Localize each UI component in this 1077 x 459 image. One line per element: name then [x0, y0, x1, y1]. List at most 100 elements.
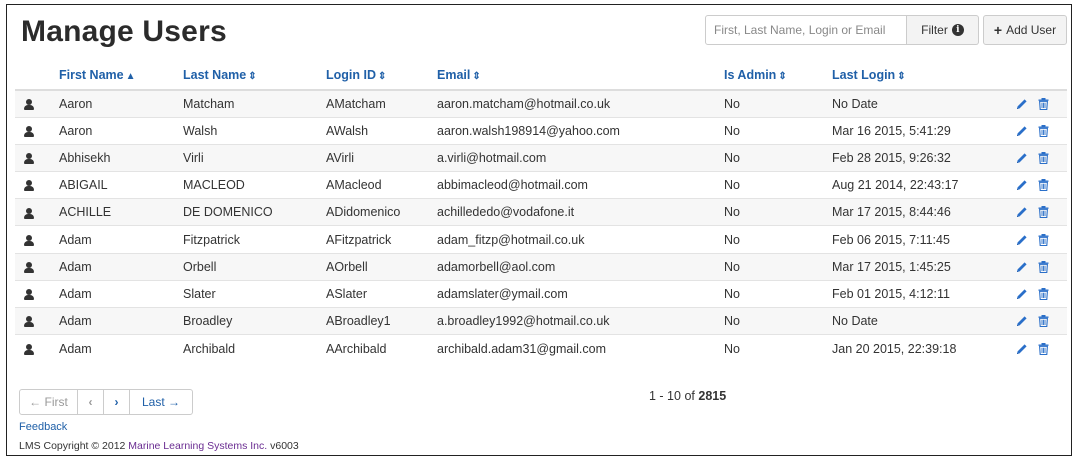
edit-icon[interactable]	[1016, 179, 1028, 191]
edit-icon[interactable]	[1016, 343, 1028, 355]
sort-icon: ⇕	[248, 71, 257, 82]
cell-login-id: AMacleod	[326, 171, 437, 199]
user-icon-cell	[15, 279, 59, 308]
cell-last-name: Matcham	[183, 89, 326, 118]
cell-actions	[1008, 143, 1067, 172]
user-icon	[24, 125, 34, 137]
cell-email: a.virli@hotmail.com	[437, 143, 724, 172]
header-first-name[interactable]: First Name ▲	[59, 61, 183, 91]
cell-login-id: AFitzpatrick	[326, 225, 437, 254]
table-row[interactable]: ABIGAIL MACLEOD AMacleod abbimacleod@hotmai…	[15, 171, 1067, 199]
header-last-login[interactable]: Last Login ⇕	[832, 61, 1008, 91]
user-icon	[24, 289, 34, 301]
cell-last-name: Fitzpatrick	[183, 225, 326, 254]
copyright-prefix: LMS Copyright © 2012	[19, 440, 126, 452]
cell-last-name: Walsh	[183, 116, 326, 145]
cell-actions	[1008, 225, 1067, 254]
sort-icon: ⇕	[472, 71, 481, 82]
delete-icon[interactable]	[1038, 233, 1049, 246]
cell-is-admin: No	[724, 252, 832, 281]
cell-actions	[1008, 171, 1067, 199]
table-row[interactable]: Adam Slater ASlater adamslater@ymail.com No F…	[15, 279, 1067, 308]
user-icon-cell	[15, 306, 59, 335]
delete-icon[interactable]	[1038, 315, 1049, 328]
last-page-button[interactable]: Last →	[129, 389, 193, 415]
plus-icon: +	[993, 22, 1003, 38]
delete-icon[interactable]	[1038, 97, 1049, 110]
cell-actions	[1008, 334, 1067, 362]
cell-last-login: Feb 01 2015, 4:12:11	[832, 279, 1008, 308]
filter-button[interactable]: Filter i	[907, 15, 979, 45]
user-icon-cell	[15, 225, 59, 254]
user-icon	[24, 207, 34, 219]
edit-icon[interactable]	[1016, 98, 1028, 110]
delete-icon[interactable]	[1038, 179, 1049, 192]
table-row[interactable]: Aaron Matcham AMatcham aaron.matcham@hotmai…	[15, 89, 1067, 118]
cell-actions	[1008, 89, 1067, 118]
cell-is-admin: No	[724, 171, 832, 199]
delete-icon[interactable]	[1038, 206, 1049, 219]
cell-is-admin: No	[724, 89, 832, 118]
search-input[interactable]	[705, 15, 907, 45]
delete-icon[interactable]	[1038, 260, 1049, 273]
cell-last-login: Feb 28 2015, 9:26:32	[832, 143, 1008, 172]
user-icon-cell	[15, 334, 59, 362]
sort-icon: ⇕	[778, 71, 787, 82]
cell-is-admin: No	[724, 143, 832, 172]
cell-email: adamslater@ymail.com	[437, 279, 724, 308]
edit-icon[interactable]	[1016, 152, 1028, 164]
cell-actions	[1008, 116, 1067, 145]
edit-icon[interactable]	[1016, 206, 1028, 218]
header-is-admin[interactable]: Is Admin ⇕	[724, 61, 832, 91]
delete-icon[interactable]	[1038, 287, 1049, 301]
table-row[interactable]: Aaron Walsh AWalsh aaron.walsh198914@yahoo.…	[15, 116, 1067, 145]
cell-is-admin: No	[724, 334, 832, 362]
delete-icon[interactable]	[1038, 124, 1049, 137]
version: v6003	[270, 440, 299, 452]
table-header-row: First Name ▲ Last Name ⇕ Login ID ⇕ Email ⇕ …	[15, 61, 1067, 91]
table-row[interactable]: Adam Orbell AOrbell adamorbell@aol.com No Mar…	[15, 252, 1067, 281]
page-title: Manage Users	[21, 15, 227, 48]
cell-login-id: AOrbell	[326, 252, 437, 281]
cell-first-name: ABIGAIL	[59, 171, 183, 199]
table-row[interactable]: Abhisekh Virli AVirli a.virli@hotmail.com No…	[15, 143, 1067, 172]
first-page-button[interactable]: ← First	[19, 389, 78, 415]
header-email[interactable]: Email ⇕	[437, 61, 724, 91]
header-last-name[interactable]: Last Name ⇕	[183, 61, 326, 91]
user-icon-cell	[15, 143, 59, 172]
edit-icon[interactable]	[1016, 288, 1028, 300]
cell-last-login: No Date	[832, 306, 1008, 335]
cell-last-login: No Date	[832, 89, 1008, 118]
add-user-button[interactable]: + Add User	[983, 15, 1067, 45]
cell-is-admin: No	[724, 225, 832, 254]
sort-icon: ⇕	[378, 71, 387, 82]
cell-last-login: Mar 17 2015, 8:44:46	[832, 198, 1008, 226]
user-icon	[24, 153, 34, 165]
delete-icon[interactable]	[1038, 151, 1049, 165]
edit-icon[interactable]	[1016, 261, 1028, 273]
feedback-link[interactable]: Feedback	[19, 421, 67, 433]
prev-page-button[interactable]: ‹	[77, 389, 104, 415]
edit-icon[interactable]	[1016, 315, 1028, 327]
company-link[interactable]: Marine Learning Systems Inc.	[128, 440, 267, 452]
table-row[interactable]: Adam Fitzpatrick AFitzpatrick adam_fitzp@ho…	[15, 225, 1067, 254]
edit-icon[interactable]	[1016, 234, 1028, 246]
edit-icon[interactable]	[1016, 125, 1028, 137]
cell-login-id: AMatcham	[326, 89, 437, 118]
delete-icon[interactable]	[1038, 342, 1049, 355]
table-row[interactable]: ACHILLE DE DOMENICO ADidomenico achillededo…	[15, 198, 1067, 226]
next-page-button[interactable]: ›	[103, 389, 130, 415]
header-icon-column	[15, 61, 59, 91]
cell-actions	[1008, 252, 1067, 281]
cell-last-login: Mar 17 2015, 1:45:25	[832, 252, 1008, 281]
cell-email: a.broadley1992@hotmail.co.uk	[437, 306, 724, 335]
cell-last-name: DE DOMENICO	[183, 198, 326, 226]
cell-email: adamorbell@aol.com	[437, 252, 724, 281]
table-row[interactable]: Adam Broadley ABroadley1 a.broadley1992@hot…	[15, 306, 1067, 335]
cell-login-id: ABroadley1	[326, 306, 437, 335]
header-login-id[interactable]: Login ID ⇕	[326, 61, 437, 91]
table-row[interactable]: Adam Archibald AArchibald archibald.adam31@…	[15, 334, 1067, 362]
cell-login-id: ADidomenico	[326, 198, 437, 226]
user-icon-cell	[15, 171, 59, 199]
cell-login-id: ASlater	[326, 279, 437, 308]
